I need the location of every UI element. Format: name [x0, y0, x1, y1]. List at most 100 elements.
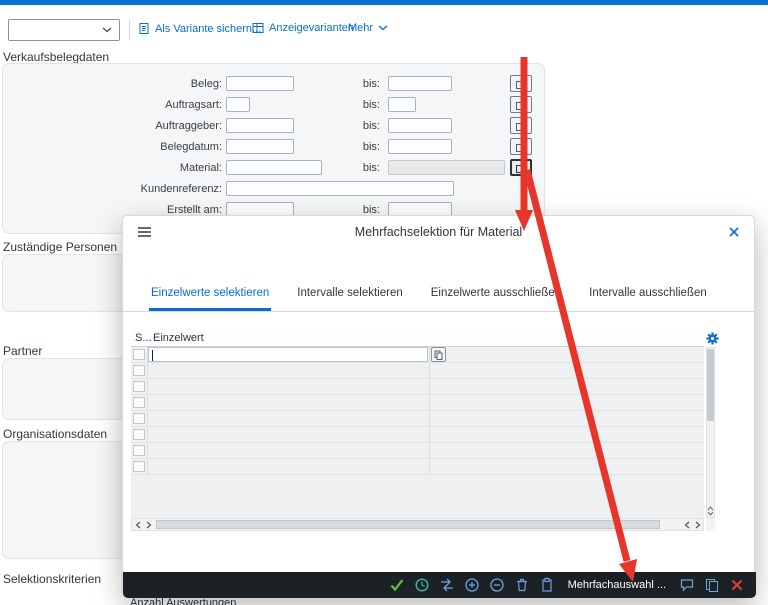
- history-button[interactable]: [413, 576, 431, 594]
- vertical-scrollbar[interactable]: [706, 347, 715, 518]
- tab-intervalle-ausschliessen[interactable]: Intervalle ausschließen: [587, 287, 709, 311]
- horizontal-scrollbar-track[interactable]: [155, 519, 680, 530]
- paste-clipboard-button[interactable]: [538, 576, 556, 594]
- auftragsart-multi-select-button[interactable]: [510, 96, 532, 113]
- table-row[interactable]: [131, 411, 704, 427]
- add-row-button[interactable]: [463, 576, 481, 594]
- auftraggeber-bis-input[interactable]: [388, 118, 452, 133]
- scroll-right-icon[interactable]: [692, 519, 703, 530]
- auftraggeber-multi-select-button[interactable]: [510, 117, 532, 134]
- table-row[interactable]: [131, 427, 704, 443]
- field-label: Material:: [0, 162, 222, 174]
- material-bis-input[interactable]: [388, 160, 505, 175]
- paste-cell-button[interactable]: [431, 347, 446, 362]
- material-input[interactable]: [226, 160, 322, 175]
- grid-icon: [252, 22, 264, 34]
- kundenreferenz-input[interactable]: [226, 181, 454, 196]
- row-selector-cell[interactable]: [133, 445, 145, 456]
- field-label: Auftraggeber:: [0, 120, 222, 132]
- single-values-table: S... Einzelwert: [131, 329, 704, 518]
- row-selector-cell[interactable]: [133, 461, 145, 472]
- more-menu-button[interactable]: Mehr: [348, 22, 388, 34]
- horizontal-scrollbar[interactable]: [131, 518, 704, 531]
- vertical-scrollbar-thumb[interactable]: [707, 349, 714, 421]
- table-row-focused[interactable]: [131, 347, 704, 363]
- multi-select-icon: [515, 99, 527, 111]
- mehrfachauswahl-button[interactable]: Mehrfachauswahl ...: [568, 579, 666, 591]
- selection-options-button[interactable]: [438, 576, 456, 594]
- section-title-zustaendige-personen: Zuständige Personen: [3, 240, 117, 254]
- row-selector-cell[interactable]: [133, 429, 145, 440]
- auftragsart-input[interactable]: [226, 97, 250, 112]
- scroll-left-icon[interactable]: [132, 519, 143, 530]
- section-title-organisationsdaten: Organisationsdaten: [3, 427, 107, 441]
- variant-toolbar: Als Variante sichern... Anzeigevarianten…: [0, 5, 768, 47]
- multi-selection-dialog: Mehrfachselektion für Material Einzelwer…: [122, 215, 755, 597]
- text-caret: [152, 350, 153, 361]
- row-selector-cell[interactable]: [133, 397, 145, 408]
- settings-gear-icon[interactable]: [706, 332, 719, 348]
- tab-intervalle-selektieren[interactable]: Intervalle selektieren: [295, 287, 404, 311]
- multi-select-icon: [515, 141, 527, 153]
- form-row-beleg: Beleg: bis:: [0, 76, 768, 97]
- field-label: Beleg:: [0, 78, 222, 90]
- belegdatum-multi-select-button[interactable]: [510, 138, 532, 155]
- table-row[interactable]: [131, 459, 704, 475]
- table-row[interactable]: [131, 395, 704, 411]
- form-row-auftraggeber: Auftraggeber: bis:: [0, 118, 768, 139]
- value-column-header: Einzelwert: [153, 332, 204, 344]
- vertical-scrollbar-arrows[interactable]: [707, 506, 714, 516]
- table-row[interactable]: [131, 363, 704, 379]
- row-selector-cell[interactable]: [133, 381, 145, 392]
- variant-dropdown[interactable]: [8, 19, 120, 41]
- beleg-input[interactable]: [226, 76, 294, 91]
- belegdatum-input[interactable]: [226, 139, 294, 154]
- tab-einzelwerte-selektieren[interactable]: Einzelwerte selektieren: [149, 287, 271, 311]
- belegdatum-bis-input[interactable]: [388, 139, 452, 154]
- cancel-x-icon: [729, 577, 745, 593]
- save-variant-button[interactable]: Als Variante sichern...: [138, 22, 261, 35]
- cancel-button[interactable]: [728, 576, 746, 594]
- bis-label: bis:: [338, 78, 380, 90]
- row-selector-cell[interactable]: [133, 365, 145, 376]
- row-selector-cell[interactable]: [133, 349, 145, 360]
- dialog-table-rows: [131, 363, 704, 475]
- confirm-button[interactable]: [388, 576, 406, 594]
- selection-column-header: S...: [135, 332, 152, 344]
- row-selector-cell[interactable]: [133, 413, 145, 424]
- auftraggeber-input[interactable]: [226, 118, 294, 133]
- dialog-footer-toolbar: Mehrfachauswahl ...: [123, 572, 756, 598]
- scroll-right-icon[interactable]: [143, 519, 154, 530]
- clock-icon: [414, 577, 430, 593]
- field-label: Kundenreferenz:: [0, 183, 222, 195]
- remove-row-button[interactable]: [488, 576, 506, 594]
- save-variant-label: Als Variante sichern...: [155, 23, 261, 35]
- swap-arrows-icon: [439, 577, 455, 593]
- delete-rows-button[interactable]: [513, 576, 531, 594]
- trash-icon: [514, 577, 530, 593]
- table-row[interactable]: [131, 443, 704, 459]
- tab-einzelwerte-ausschliessen[interactable]: Einzelwerte ausschließen: [429, 287, 563, 311]
- bis-label: bis:: [338, 141, 380, 153]
- beleg-bis-input[interactable]: [388, 76, 452, 91]
- form-row-kundenreferenz: Kundenreferenz:: [0, 181, 768, 202]
- plus-circle-icon: [464, 577, 480, 593]
- dialog-tabs: Einzelwerte selektieren Intervalle selek…: [123, 277, 754, 312]
- einzelwert-input[interactable]: [148, 347, 428, 362]
- toolbar-separator: [129, 20, 130, 40]
- table-row[interactable]: [131, 379, 704, 395]
- beleg-multi-select-button[interactable]: [510, 75, 532, 92]
- dialog-title: Mehrfachselektion für Material: [123, 225, 754, 239]
- copy-button[interactable]: [703, 576, 721, 594]
- comment-button[interactable]: [678, 576, 696, 594]
- material-multi-select-button[interactable]: [510, 159, 532, 176]
- scroll-left-icon[interactable]: [681, 519, 692, 530]
- form-row-belegdatum: Belegdatum: bis:: [0, 139, 768, 160]
- field-label: Auftragsart:: [0, 99, 222, 111]
- display-variants-label: Anzeigevarianten: [269, 22, 354, 34]
- horizontal-scrollbar-thumb[interactable]: [156, 520, 660, 529]
- display-variants-button[interactable]: Anzeigevarianten: [252, 22, 354, 34]
- save-variant-icon: [138, 22, 150, 35]
- auftragsart-bis-input[interactable]: [388, 97, 416, 112]
- close-icon[interactable]: [728, 226, 740, 241]
